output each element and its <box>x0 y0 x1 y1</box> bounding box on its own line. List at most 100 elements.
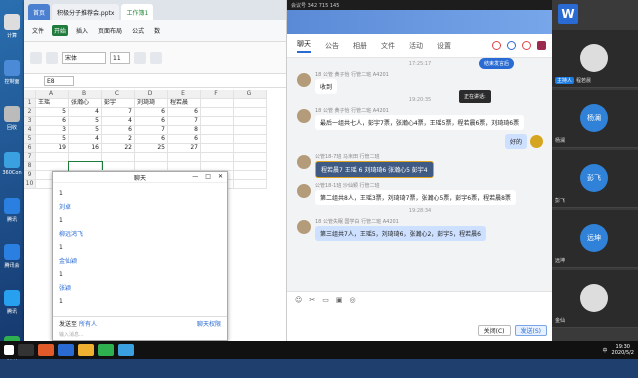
table-cell[interactable] <box>201 153 234 162</box>
desktop-icon[interactable]: 回收 <box>0 102 24 142</box>
mic-icon[interactable]: ◎ <box>349 296 355 304</box>
avatar[interactable] <box>297 73 311 87</box>
emoji-icon[interactable]: ☺ <box>295 296 302 304</box>
tab-settings[interactable]: 设置 <box>437 41 451 51</box>
image-icon[interactable]: ▣ <box>336 296 343 304</box>
table-cell[interactable]: 19 <box>36 144 69 153</box>
tab-album[interactable]: 相册 <box>353 41 367 51</box>
menu-insert[interactable]: 插入 <box>74 25 90 36</box>
table-cell[interactable] <box>234 99 267 108</box>
avatar[interactable] <box>297 184 311 198</box>
table-cell[interactable]: 8 <box>168 126 201 135</box>
table-cell[interactable] <box>234 135 267 144</box>
table-cell[interactable]: 6 <box>102 126 135 135</box>
table-cell[interactable]: 7 <box>102 108 135 117</box>
table-cell[interactable]: 27 <box>168 144 201 153</box>
table-cell[interactable]: 6 <box>135 135 168 144</box>
table-cell[interactable] <box>68 161 103 172</box>
table-cell[interactable] <box>234 180 267 189</box>
search-icon[interactable] <box>18 344 34 356</box>
menu-file[interactable]: 文件 <box>30 25 46 36</box>
row-header[interactable]: 1 <box>24 99 36 108</box>
folder-icon[interactable]: ▭ <box>322 296 329 304</box>
phone-icon[interactable] <box>492 41 501 50</box>
app-icon[interactable] <box>58 344 74 356</box>
table-cell[interactable] <box>69 153 102 162</box>
maximize-icon[interactable]: □ <box>205 173 211 180</box>
row-header[interactable]: 2 <box>24 108 36 117</box>
desktop-icon[interactable]: 控制面 <box>0 56 24 96</box>
table-cell[interactable]: 22 <box>102 144 135 153</box>
screen-share-icon[interactable] <box>522 41 531 50</box>
video-tile[interactable]: 远坤 远坤 <box>552 210 638 268</box>
font-size-select[interactable]: 11 <box>110 51 130 64</box>
row-header[interactable]: 3 <box>24 117 36 126</box>
tab-workbook[interactable]: 工作簿1 <box>121 4 154 20</box>
table-cell[interactable] <box>135 162 168 171</box>
table-cell[interactable]: 4 <box>102 117 135 126</box>
table-cell[interactable]: 刘琦琦 <box>135 99 168 108</box>
table-cell[interactable] <box>234 117 267 126</box>
desktop-icon[interactable]: 360Con <box>0 148 24 188</box>
column-header[interactable]: F <box>201 90 234 99</box>
table-cell[interactable] <box>36 153 69 162</box>
folder-icon[interactable] <box>78 344 94 356</box>
clock[interactable]: 19:30 2020/5/2 <box>612 344 634 356</box>
table-cell[interactable] <box>201 117 234 126</box>
table-cell[interactable] <box>201 126 234 135</box>
send-button[interactable]: 发送(S) <box>514 325 547 336</box>
end-speech-notice[interactable]: 结束发言后 <box>479 58 515 69</box>
table-cell[interactable]: 6 <box>135 117 168 126</box>
avatar[interactable] <box>297 109 311 123</box>
table-cell[interactable] <box>201 108 234 117</box>
tab-home[interactable]: 首页 <box>28 4 51 20</box>
table-cell[interactable]: 6 <box>168 135 201 144</box>
font-select[interactable]: 宋体 <box>62 51 106 64</box>
column-header[interactable]: D <box>135 90 168 99</box>
language-indicator[interactable]: 中 <box>603 347 608 354</box>
send-to-select[interactable]: 所有人 <box>79 321 97 328</box>
table-cell[interactable]: 4 <box>69 108 102 117</box>
table-cell[interactable] <box>234 126 267 135</box>
table-cell[interactable] <box>102 153 135 162</box>
avatar[interactable] <box>530 135 543 148</box>
table-cell[interactable] <box>201 99 234 108</box>
table-cell[interactable]: 张瀚心 <box>69 99 102 108</box>
app-icon[interactable] <box>98 344 114 356</box>
table-cell[interactable] <box>36 162 69 171</box>
table-cell[interactable] <box>234 153 267 162</box>
table-cell[interactable]: 3 <box>36 126 69 135</box>
row-header[interactable]: 8 <box>24 162 36 171</box>
desktop-icon[interactable]: 计算 <box>0 10 24 50</box>
menu-formula[interactable]: 公式 <box>130 25 146 36</box>
column-header[interactable]: G <box>234 90 267 99</box>
cut-icon[interactable] <box>46 51 58 64</box>
scissors-icon[interactable]: ✂ <box>309 296 315 304</box>
column-header[interactable]: A <box>36 90 69 99</box>
column-header[interactable]: C <box>102 90 135 99</box>
video-tile[interactable]: 主持人 程若晨 <box>552 30 638 88</box>
corner-cell[interactable] <box>24 90 36 99</box>
menu-start[interactable]: 开始 <box>52 25 69 36</box>
menu-data[interactable]: 数 <box>152 25 162 36</box>
table-cell[interactable]: 5 <box>69 117 102 126</box>
table-cell[interactable]: 程若晨 <box>168 99 201 108</box>
table-cell[interactable] <box>234 144 267 153</box>
desktop-icon[interactable]: 腾讯 <box>0 194 24 234</box>
table-cell[interactable] <box>168 162 201 171</box>
table-cell[interactable]: 5 <box>36 135 69 144</box>
tab-pptx[interactable]: 积极分子推荐会.pptx <box>52 4 120 20</box>
table-cell[interactable] <box>234 162 267 171</box>
cell-name-box[interactable]: E8 <box>44 75 74 86</box>
tencent-meeting-icon[interactable] <box>118 344 134 356</box>
app-icon[interactable] <box>38 344 54 356</box>
menu-layout[interactable]: 页面布局 <box>96 25 124 36</box>
column-header[interactable]: E <box>168 90 201 99</box>
start-icon[interactable] <box>4 345 14 355</box>
video-tile[interactable]: 杨澜 杨澜 <box>552 90 638 148</box>
row-header[interactable]: 10 <box>24 180 36 189</box>
chat-input[interactable]: 输入消息... <box>59 331 221 338</box>
video-tile[interactable]: 金仙 <box>552 270 638 328</box>
row-header[interactable]: 4 <box>24 126 36 135</box>
bold-icon[interactable] <box>134 51 146 64</box>
